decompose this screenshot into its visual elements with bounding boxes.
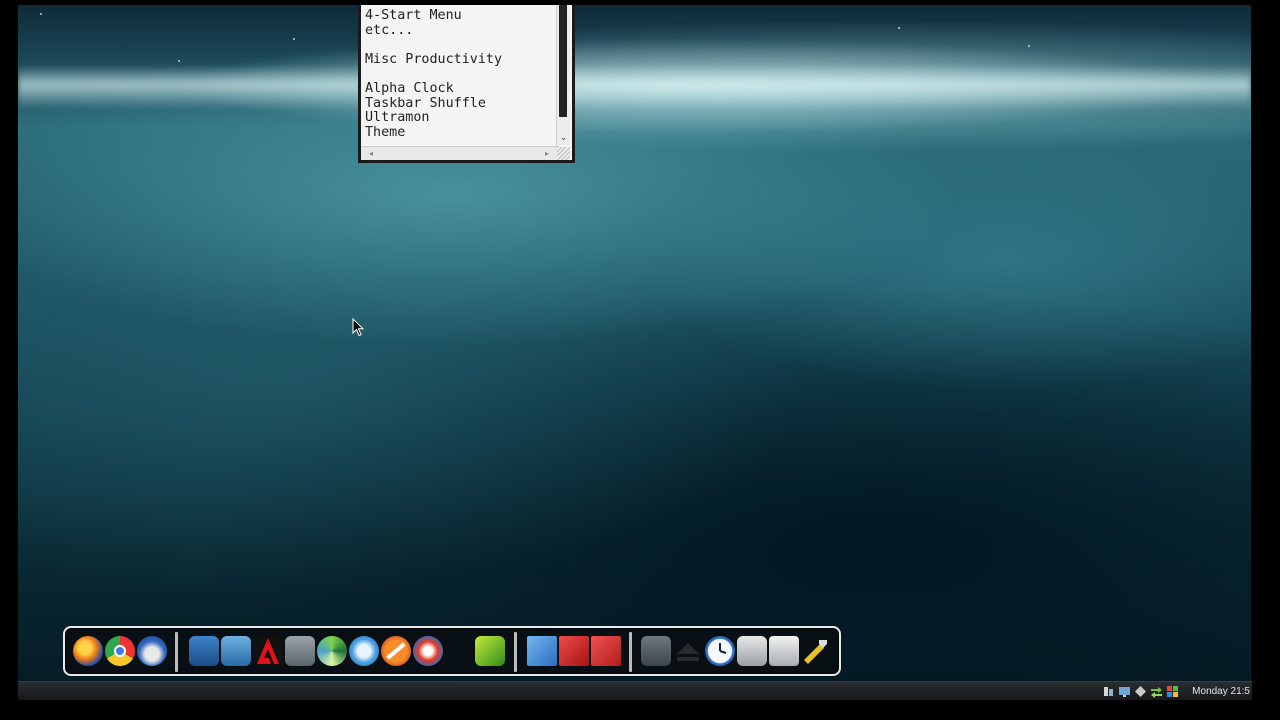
vault-icon[interactable] bbox=[737, 636, 767, 666]
taskbar: Monday 21:5 bbox=[18, 681, 1252, 700]
windows-flag-icon[interactable] bbox=[1166, 685, 1179, 698]
recycle-bin-icon[interactable] bbox=[769, 636, 799, 666]
star bbox=[178, 60, 180, 62]
aurora-band bbox=[18, 65, 1251, 109]
text-line: Ultramon bbox=[365, 110, 430, 126]
system-tray: Monday 21:5 bbox=[1102, 682, 1252, 700]
red-document-icon[interactable] bbox=[591, 636, 621, 666]
resize-grip[interactable] bbox=[557, 147, 570, 160]
text-line: Misc Productivity bbox=[365, 51, 503, 67]
tools-icon[interactable] bbox=[801, 636, 831, 666]
scroll-left-arrow-icon[interactable]: ◂ bbox=[365, 147, 377, 160]
text-line: etc... bbox=[365, 22, 414, 38]
itunes-icon[interactable] bbox=[349, 636, 379, 666]
blue-document-icon[interactable] bbox=[527, 636, 557, 666]
no-entry-app-icon[interactable] bbox=[381, 636, 411, 666]
vertical-scrollbar[interactable]: ⌄ bbox=[556, 5, 570, 145]
green-swirl-icon[interactable] bbox=[317, 636, 347, 666]
dock-separator bbox=[175, 632, 178, 672]
scroll-right-arrow-icon[interactable]: ▸ bbox=[541, 147, 553, 160]
horizontal-scrollbar[interactable]: ◂ ▸ bbox=[361, 146, 559, 160]
text-editor-window[interactable]: 4-Start Menu etc... Misc Productivity Alp… bbox=[358, 5, 575, 163]
thunderbird-icon[interactable] bbox=[137, 636, 167, 666]
dark-folder-icon[interactable] bbox=[641, 636, 671, 666]
text-line: Theme bbox=[365, 124, 406, 140]
dock-separator bbox=[629, 632, 632, 672]
monitor-icon[interactable] bbox=[1118, 685, 1131, 698]
eject-icon[interactable] bbox=[673, 636, 703, 666]
text-line bbox=[365, 38, 555, 53]
application-dock bbox=[63, 626, 841, 676]
green-chart-icon[interactable] bbox=[475, 636, 505, 666]
star bbox=[40, 13, 42, 15]
text-line: Taskbar Shuffle bbox=[365, 95, 486, 111]
mouse-cursor-icon bbox=[352, 318, 364, 337]
text-line: Alpha Clock bbox=[365, 80, 454, 96]
scroll-down-arrow-icon[interactable]: ⌄ bbox=[557, 131, 570, 145]
clock-icon[interactable] bbox=[705, 636, 735, 666]
diamond-icon[interactable] bbox=[1134, 685, 1147, 698]
blue-app-icon[interactable] bbox=[221, 636, 251, 666]
scrollbar-thumb[interactable] bbox=[559, 5, 567, 117]
desktop-wallpaper bbox=[18, 5, 1251, 681]
taskbar-clock[interactable]: Monday 21:5 bbox=[1192, 686, 1250, 697]
firefox-icon[interactable] bbox=[73, 636, 103, 666]
star bbox=[293, 38, 295, 40]
shuffle-icon[interactable] bbox=[1150, 685, 1163, 698]
red-film-icon[interactable] bbox=[559, 636, 589, 666]
dreamweaver-folder-icon[interactable] bbox=[285, 636, 315, 666]
adobe-icon[interactable] bbox=[253, 636, 283, 666]
star bbox=[1028, 45, 1030, 47]
chrome-icon[interactable] bbox=[105, 636, 135, 666]
xp-folder-icon[interactable] bbox=[189, 636, 219, 666]
rss-feed-icon[interactable] bbox=[413, 636, 443, 666]
text-editor-content[interactable]: 4-Start Menu etc... Misc Productivity Alp… bbox=[365, 8, 555, 140]
dock-separator bbox=[514, 632, 517, 672]
text-line bbox=[365, 67, 555, 82]
network-icon[interactable] bbox=[1102, 685, 1115, 698]
text-line: 4-Start Menu bbox=[365, 8, 462, 23]
star bbox=[898, 27, 900, 29]
